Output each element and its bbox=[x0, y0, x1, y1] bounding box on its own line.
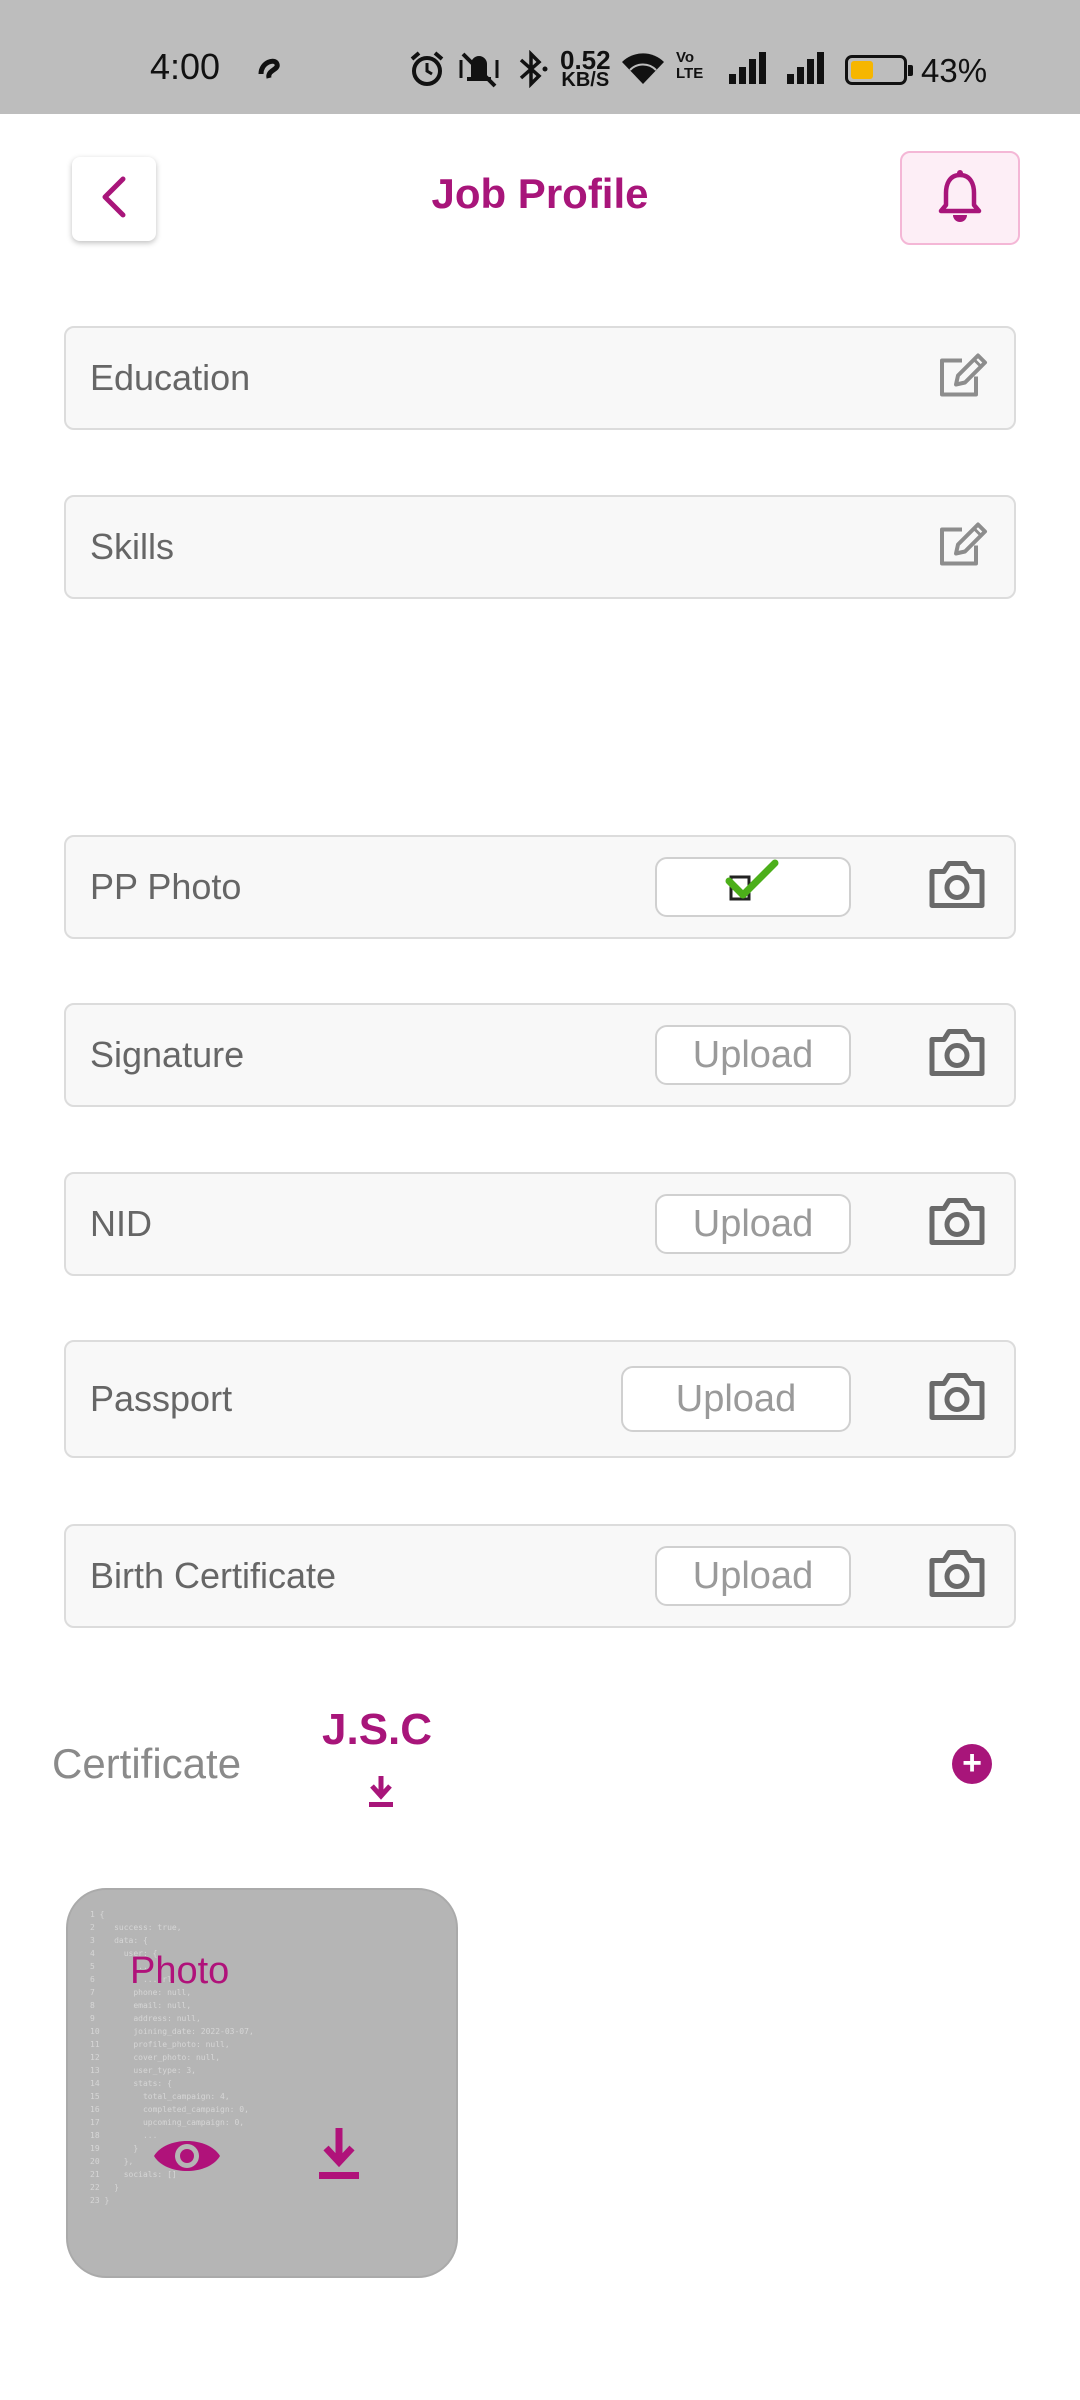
volte-icon: Vo LTE bbox=[676, 50, 710, 82]
signal-strength-icon bbox=[727, 50, 769, 91]
checkmark-icon bbox=[723, 857, 783, 917]
education-field[interactable]: Education bbox=[64, 326, 1016, 430]
network-speed-unit: KB/S bbox=[561, 69, 610, 91]
camera-icon[interactable] bbox=[926, 1026, 988, 1085]
camera-icon[interactable] bbox=[926, 1195, 988, 1254]
alarm-icon bbox=[408, 50, 446, 93]
photo-card[interactable]: 1 { 2 success: true, 3 data: { 4 user: {… bbox=[66, 1888, 458, 2278]
call-forward-icon bbox=[255, 50, 285, 89]
photo-card-title: Photo bbox=[130, 1950, 230, 1992]
edit-icon[interactable] bbox=[936, 349, 990, 408]
certificate-selected[interactable]: J.S.C bbox=[322, 1705, 432, 1755]
battery-icon bbox=[845, 55, 913, 85]
skills-field[interactable]: Skills bbox=[64, 495, 1016, 599]
camera-icon[interactable] bbox=[926, 858, 988, 917]
notification-button[interactable] bbox=[900, 151, 1020, 245]
nid-label: NID bbox=[90, 1203, 152, 1244]
signature-upload-button[interactable]: Upload bbox=[655, 1025, 851, 1085]
camera-icon[interactable] bbox=[926, 1370, 988, 1429]
download-icon[interactable] bbox=[316, 2126, 362, 2187]
bluetooth-icon bbox=[515, 49, 549, 93]
signature-label: Signature bbox=[90, 1034, 245, 1075]
signature-field: Signature Upload bbox=[64, 1003, 1016, 1107]
birth-certificate-label: Birth Certificate bbox=[90, 1555, 337, 1596]
edit-icon[interactable] bbox=[936, 518, 990, 577]
pp-photo-status[interactable] bbox=[655, 857, 851, 917]
skills-label: Skills bbox=[90, 526, 175, 567]
passport-label: Passport bbox=[90, 1378, 233, 1419]
nid-field: NID Upload bbox=[64, 1172, 1016, 1276]
education-label: Education bbox=[90, 357, 251, 398]
passport-upload-button[interactable]: Upload bbox=[621, 1366, 851, 1432]
pp-photo-label: PP Photo bbox=[90, 866, 242, 907]
certificate-label: Certificate bbox=[52, 1740, 242, 1787]
bell-icon bbox=[937, 169, 983, 228]
status-bar: 4:00 0.52 KB/S Vo LTE 43% bbox=[0, 0, 1080, 114]
network-speed: 0.52 KB/S bbox=[560, 45, 611, 91]
eye-icon[interactable] bbox=[152, 2132, 222, 2185]
camera-icon[interactable] bbox=[926, 1547, 988, 1606]
plus-circle-icon[interactable]: + bbox=[952, 1744, 992, 1784]
passport-field: Passport Upload bbox=[64, 1340, 1016, 1458]
wifi-icon bbox=[620, 50, 666, 91]
battery-percent: 43% bbox=[921, 52, 988, 89]
battery-level bbox=[851, 61, 873, 79]
volte-label: Vo LTE bbox=[676, 49, 704, 82]
signal-strength-2-icon bbox=[785, 50, 827, 91]
network-speed-value: 0.52 bbox=[560, 45, 611, 75]
pp-photo-field: PP Photo bbox=[64, 835, 1016, 939]
vibrate-off-icon bbox=[455, 50, 503, 93]
status-time: 4:00 bbox=[150, 46, 221, 87]
birth-certificate-field: Birth Certificate Upload bbox=[64, 1524, 1016, 1628]
nid-upload-button[interactable]: Upload bbox=[655, 1194, 851, 1254]
download-icon[interactable] bbox=[365, 1774, 397, 1815]
birth-certificate-upload-button[interactable]: Upload bbox=[655, 1546, 851, 1606]
